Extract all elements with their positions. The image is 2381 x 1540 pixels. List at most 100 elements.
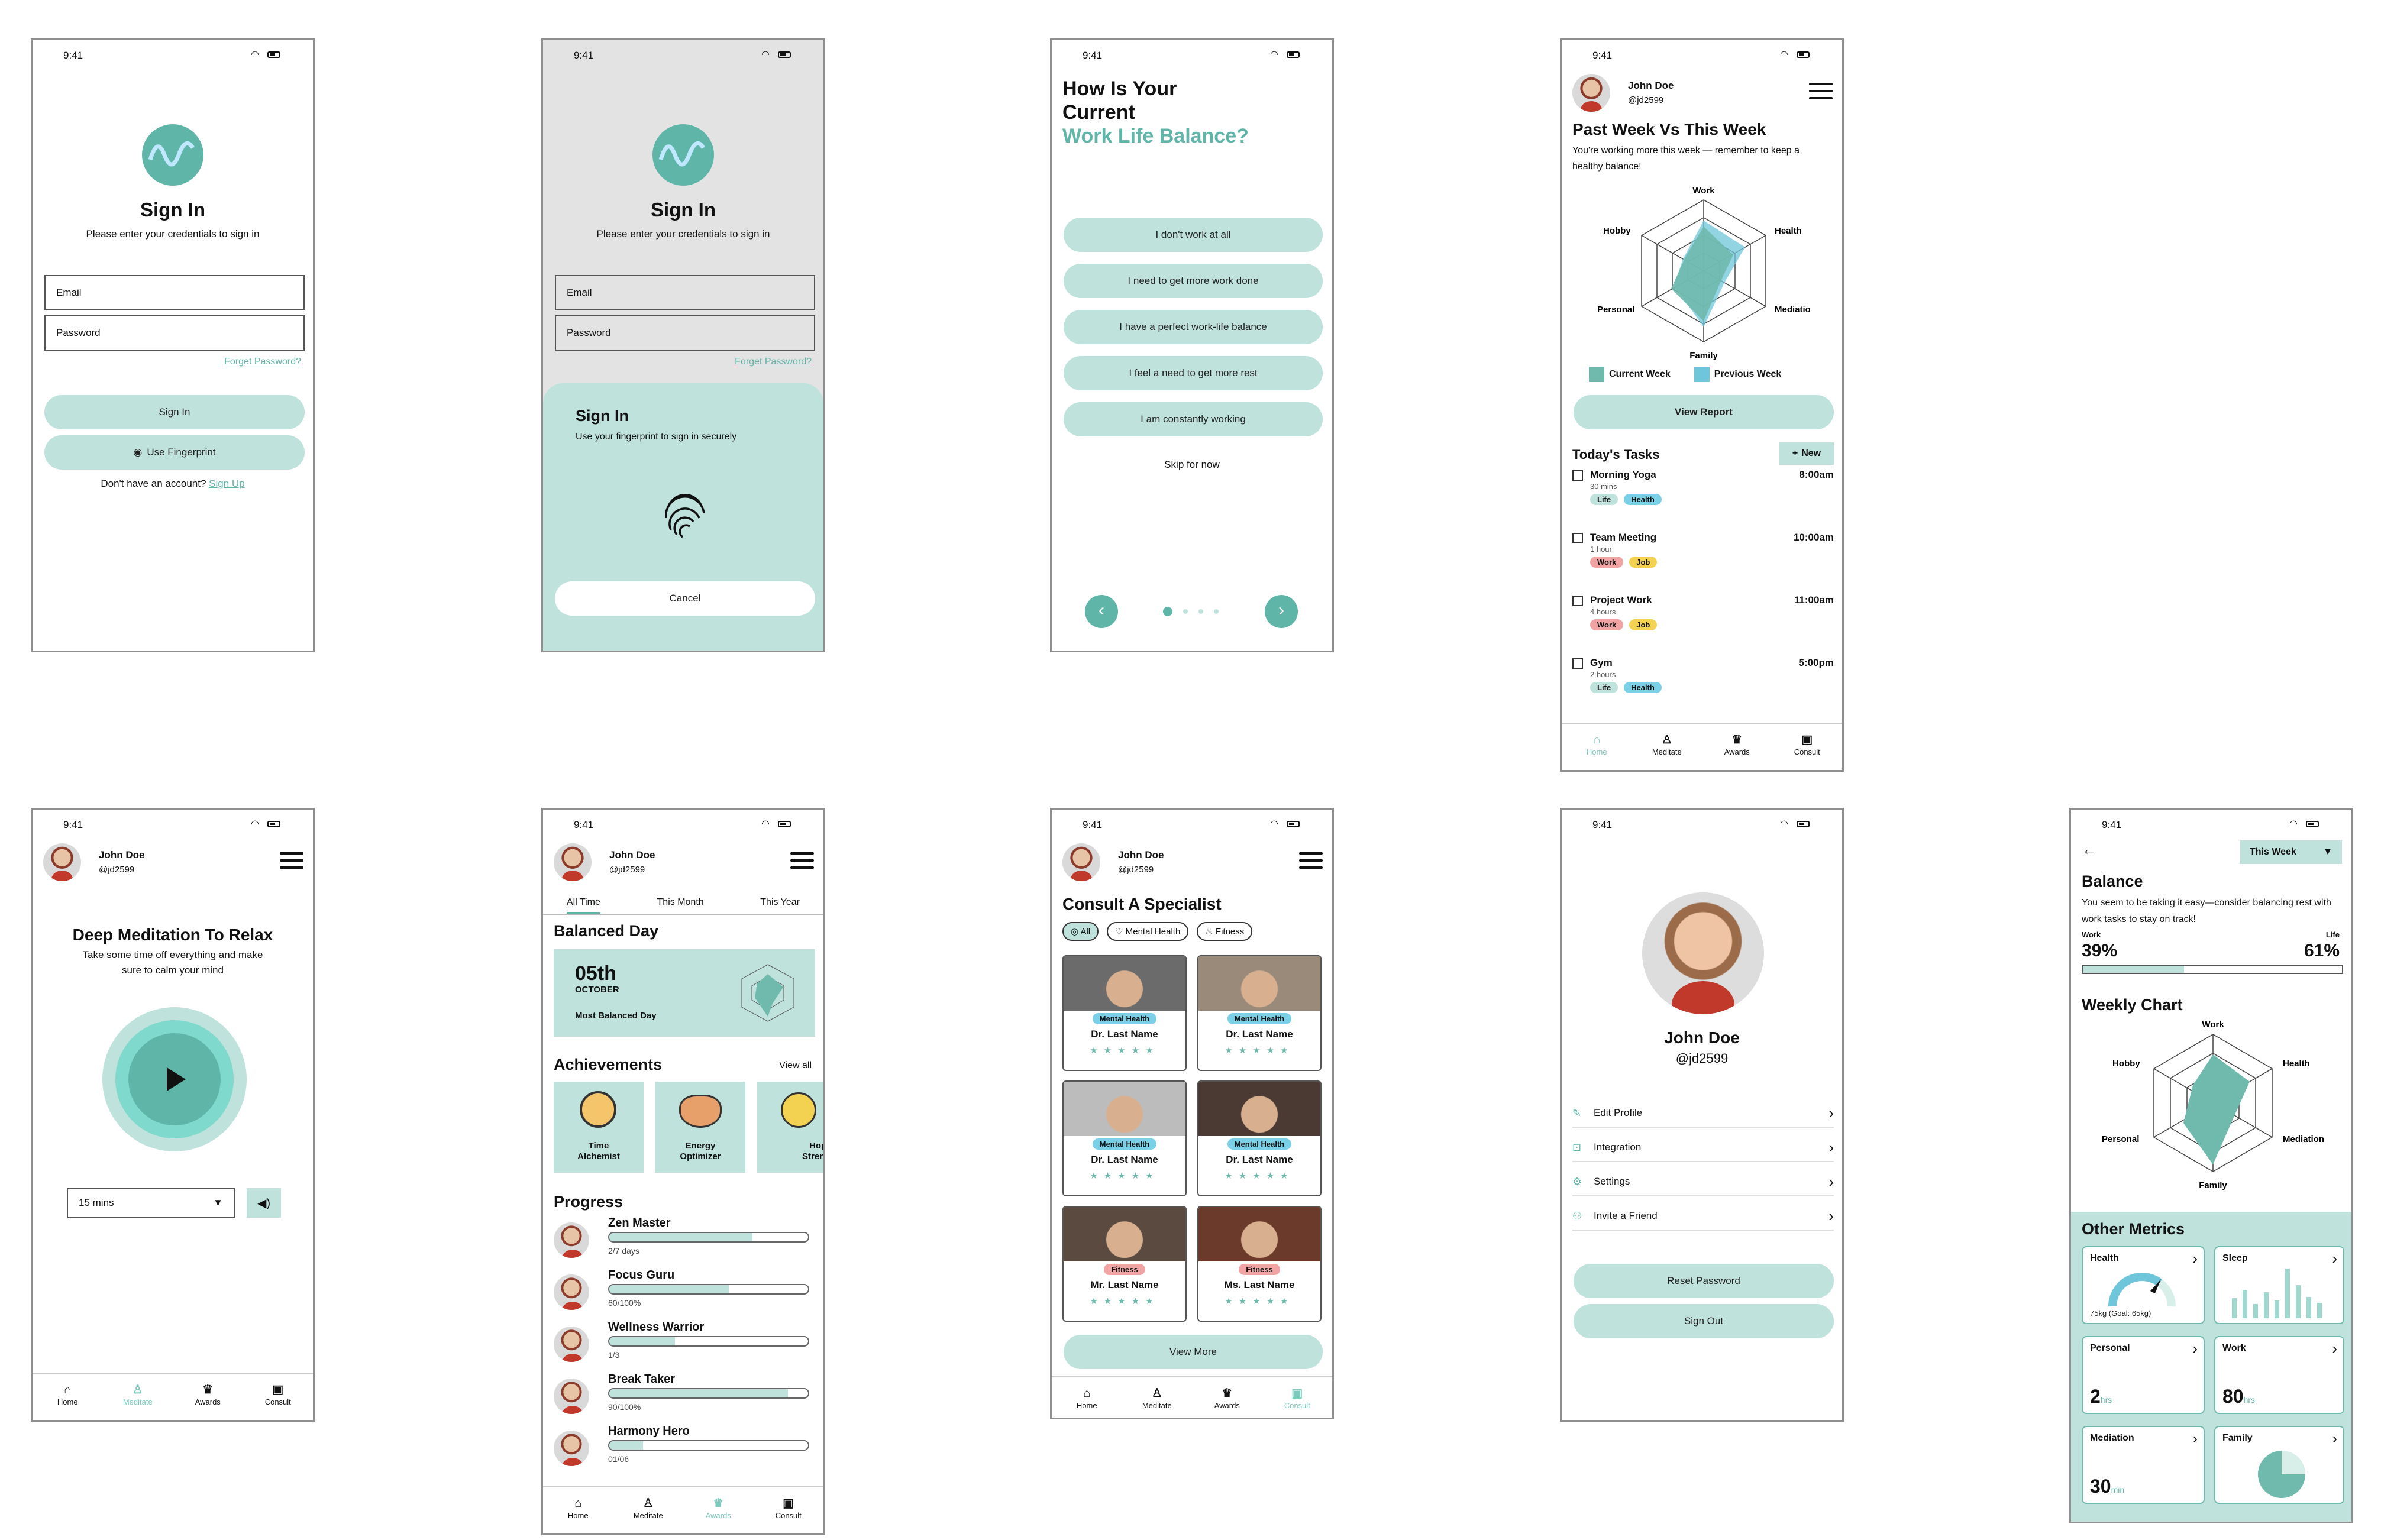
nav-consult[interactable]: ▣ Consult bbox=[754, 1487, 824, 1533]
duration-select[interactable]: 15 mins ▼ bbox=[67, 1188, 235, 1218]
profile-menu-item[interactable]: ⊡ Integration › bbox=[1572, 1134, 1834, 1162]
nav-meditate[interactable]: ♙ Meditate bbox=[1122, 1377, 1193, 1418]
reset-password-button[interactable]: Reset Password bbox=[1574, 1264, 1834, 1298]
doctor-card[interactable]: Mental Health Dr. Last Name ★★★★★ bbox=[1062, 955, 1187, 1071]
use-fingerprint-button[interactable]: ◉ Use Fingerprint bbox=[44, 435, 305, 470]
email-field[interactable]: Email bbox=[555, 275, 815, 310]
task-row[interactable]: Gym 2 hours 5:00pm Life Health bbox=[1572, 657, 1834, 714]
nav-awards[interactable]: ♛ Awards bbox=[173, 1374, 243, 1420]
option-button[interactable]: I have a perfect work-life balance bbox=[1064, 310, 1323, 344]
meditate-icon: ♙ bbox=[132, 1383, 143, 1396]
doctor-card[interactable]: Mental Health Dr. Last Name ★★★★★ bbox=[1197, 955, 1322, 1071]
bottom-nav: ⌂ Home ♙ Meditate ♛ Awards ▣ Consult bbox=[1052, 1376, 1332, 1418]
nav-consult[interactable]: ▣ Consult bbox=[1262, 1377, 1333, 1418]
doctor-card[interactable]: Fitness Mr. Last Name ★★★★★ bbox=[1062, 1206, 1187, 1322]
task-checkbox[interactable] bbox=[1572, 596, 1583, 606]
nav-home[interactable]: ⌂ Home bbox=[1052, 1377, 1122, 1418]
option-button[interactable]: I feel a need to get more rest bbox=[1064, 356, 1323, 390]
nav-awards[interactable]: ♛ Awards bbox=[1192, 1377, 1262, 1418]
menu-icon[interactable] bbox=[1809, 83, 1833, 99]
doctor-card[interactable]: Mental Health Dr. Last Name ★★★★★ bbox=[1062, 1080, 1187, 1196]
menu-icon[interactable] bbox=[1299, 852, 1323, 869]
sound-button[interactable]: ◀) bbox=[247, 1188, 281, 1218]
task-checkbox[interactable] bbox=[1572, 470, 1583, 481]
password-field[interactable]: Password bbox=[44, 315, 305, 351]
nav-meditate[interactable]: ♙ Meditate bbox=[613, 1487, 684, 1533]
metric-card-sleep[interactable]: Sleep › bbox=[2214, 1246, 2344, 1324]
play-button[interactable] bbox=[102, 1007, 247, 1151]
task-checkbox[interactable] bbox=[1572, 533, 1583, 543]
wifi-icon: ◠ bbox=[1270, 819, 1278, 829]
profile-photo[interactable] bbox=[1642, 892, 1764, 1014]
email-field[interactable]: Email bbox=[44, 275, 305, 310]
nav-home[interactable]: ⌂ Home bbox=[33, 1374, 103, 1420]
tab-all-time[interactable]: All Time bbox=[567, 897, 600, 914]
filter-chip-mental-health[interactable]: ♡ Mental Health bbox=[1107, 922, 1189, 941]
nav-meditate[interactable]: ♙ Meditate bbox=[103, 1374, 173, 1420]
cancel-button[interactable]: Cancel bbox=[555, 581, 815, 616]
sign-in-button[interactable]: Sign In bbox=[44, 395, 305, 429]
fingerprint-icon[interactable] bbox=[661, 488, 709, 539]
profile-menu-item[interactable]: ⚙ Settings › bbox=[1572, 1168, 1834, 1196]
metric-card-mediation[interactable]: Mediation › 30min bbox=[2082, 1426, 2205, 1504]
progress-item[interactable]: Harmony Hero 01/06 bbox=[554, 1425, 815, 1474]
task-tag: Job bbox=[1629, 619, 1658, 630]
sign-up-link[interactable]: Sign Up bbox=[209, 478, 244, 489]
metric-card-health[interactable]: Health › 75kg (Goal: 65kg) bbox=[2082, 1246, 2205, 1324]
skip-link[interactable]: Skip for now bbox=[1052, 459, 1332, 471]
task-checkbox[interactable] bbox=[1572, 658, 1583, 669]
view-more-button[interactable]: View More bbox=[1064, 1335, 1323, 1369]
avatar[interactable] bbox=[43, 843, 81, 881]
progress-item[interactable]: Break Taker 90/100% bbox=[554, 1373, 815, 1422]
progress-item[interactable]: Wellness Warrior 1/3 bbox=[554, 1321, 815, 1370]
avatar[interactable] bbox=[1062, 843, 1100, 881]
progress-item[interactable]: Focus Guru 60/100% bbox=[554, 1269, 815, 1318]
profile-menu-item[interactable]: ✎ Edit Profile › bbox=[1572, 1099, 1834, 1128]
achievement-card[interactable]: Time Alchemist bbox=[554, 1082, 644, 1173]
nav-consult[interactable]: ▣ Consult bbox=[1772, 724, 1843, 770]
prev-button[interactable]: ‹ bbox=[1085, 595, 1118, 628]
menu-icon[interactable] bbox=[790, 852, 814, 869]
screen-meditate: 9:41 ◠ John Doe @jd2599 Deep Meditation T… bbox=[31, 808, 315, 1422]
nav-awards[interactable]: ♛ Awards bbox=[1702, 724, 1772, 770]
achievement-card[interactable]: Energy Optimizer bbox=[655, 1082, 745, 1173]
week-select[interactable]: This Week ▼ bbox=[2240, 840, 2342, 864]
next-button[interactable]: › bbox=[1265, 595, 1298, 628]
nav-awards[interactable]: ♛ Awards bbox=[683, 1487, 754, 1533]
profile-menu-item[interactable]: ⚇ Invite a Friend › bbox=[1572, 1202, 1834, 1231]
view-all-link[interactable]: View all bbox=[779, 1060, 812, 1071]
forgot-password-link[interactable]: Forget Password? bbox=[224, 357, 301, 367]
progress-item[interactable]: Zen Master 2/7 days bbox=[554, 1217, 815, 1266]
filter-chip-all[interactable]: ◎ All bbox=[1062, 922, 1099, 941]
menu-icon[interactable] bbox=[280, 852, 303, 869]
view-report-button[interactable]: View Report bbox=[1574, 395, 1834, 429]
option-button[interactable]: I need to get more work done bbox=[1064, 264, 1323, 298]
task-row[interactable]: Morning Yoga 30 mins 8:00am Life Health bbox=[1572, 469, 1834, 526]
doctor-card[interactable]: Mental Health Dr. Last Name ★★★★★ bbox=[1197, 1080, 1322, 1196]
avatar[interactable] bbox=[554, 843, 592, 881]
tab-this-month[interactable]: This Month bbox=[657, 897, 704, 914]
achievement-card[interactable]: HopeStrength bbox=[757, 1082, 823, 1173]
page-title: Sign In bbox=[140, 199, 205, 221]
nav-home[interactable]: ⌂ Home bbox=[543, 1487, 613, 1533]
back-arrow-icon[interactable]: ← bbox=[2082, 840, 2097, 859]
metric-card-personal[interactable]: Personal › 2hrs bbox=[2082, 1336, 2205, 1414]
nav-consult[interactable]: ▣ Consult bbox=[243, 1374, 314, 1420]
new-task-button[interactable]: + New bbox=[1779, 442, 1834, 465]
nav-home[interactable]: ⌂ Home bbox=[1562, 724, 1632, 770]
sign-out-button[interactable]: Sign Out bbox=[1574, 1304, 1834, 1338]
metric-card-work[interactable]: Work › 80hrs bbox=[2214, 1336, 2344, 1414]
filter-chip-fitness[interactable]: ♨ Fitness bbox=[1197, 922, 1253, 941]
password-field[interactable]: Password bbox=[555, 315, 815, 351]
avatar[interactable] bbox=[1572, 74, 1610, 112]
option-button[interactable]: I am constantly working bbox=[1064, 402, 1323, 436]
option-button[interactable]: I don't work at all bbox=[1064, 218, 1323, 252]
task-row[interactable]: Team Meeting 1 hour 10:00am Work Job bbox=[1572, 532, 1834, 588]
forgot-password-link[interactable]: Forget Password? bbox=[735, 357, 812, 367]
nav-meditate[interactable]: ♙ Meditate bbox=[1632, 724, 1702, 770]
task-row[interactable]: Project Work 4 hours 11:00am Work Job bbox=[1572, 594, 1834, 651]
doctor-card[interactable]: Fitness Ms. Last Name ★★★★★ bbox=[1197, 1206, 1322, 1322]
balanced-day-card[interactable]: 05th OCTOBER Most Balanced Day bbox=[554, 949, 815, 1037]
tab-this-year[interactable]: This Year bbox=[760, 897, 800, 914]
metric-card-family[interactable]: Family › bbox=[2214, 1426, 2344, 1504]
